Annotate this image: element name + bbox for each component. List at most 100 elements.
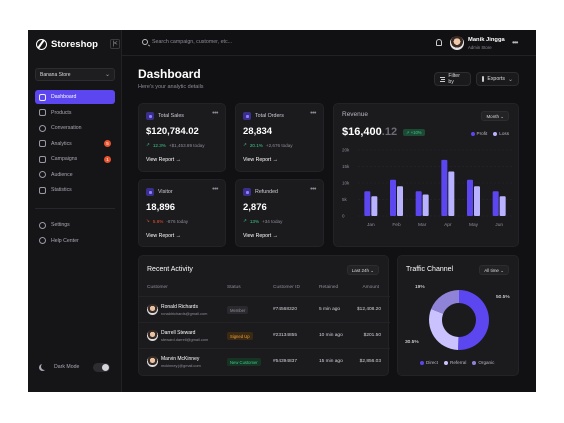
y-tick-label: 0 [342, 214, 345, 219]
revenue-change-badge: ↗ +10% [403, 129, 425, 136]
orders-icon [243, 112, 251, 120]
legend-profit: Profit [470, 131, 488, 136]
amount: $2,856.03 [359, 359, 381, 364]
sidebar-item-label: Dashboard [51, 94, 77, 100]
sidebar-item-analytics[interactable]: Analytics 5 [35, 137, 115, 151]
campaigns-badge: 1 [104, 155, 111, 163]
sidebar-item-statistics[interactable]: Statistics [35, 183, 115, 197]
bar-profit-mar[interactable] [415, 191, 422, 216]
chart-icon [39, 140, 46, 147]
column-header-status: Status [227, 285, 241, 290]
legend-dot [493, 131, 498, 136]
app-window: Storeshop |< Banana Store ⌄ Dashboard Pr… [28, 30, 536, 392]
legend-organic: Organic [472, 360, 494, 365]
view-report-link[interactable]: View Report → [146, 233, 181, 239]
sidebar-item-settings[interactable]: Settings [35, 218, 115, 232]
bar-loss-jun[interactable] [499, 196, 506, 216]
sidebar-item-label: Audience [51, 171, 73, 178]
view-report-link[interactable]: View Report → [146, 157, 181, 163]
user-info[interactable]: Manik Jingga Admin Store [468, 37, 505, 50]
arrow-right-icon: → [175, 233, 181, 239]
x-tick-label: May [469, 222, 479, 228]
bar-profit-feb[interactable] [390, 179, 396, 216]
chevron-down-icon: ⌄ [370, 268, 374, 273]
avatar[interactable] [450, 36, 464, 50]
view-report-label: View Report [243, 233, 272, 239]
store-selector-value: Banana Store [40, 72, 71, 78]
bar-loss-jan[interactable] [371, 196, 378, 216]
column-header-amount: Amount [362, 285, 379, 290]
legend-referral: Referral [444, 360, 466, 365]
stat-percent: 12.3% [152, 142, 166, 148]
table-row[interactable]: Darrell Steward steward.darrell@gmail.co… [139, 322, 390, 348]
customer-name: Ronald Richards [161, 304, 198, 310]
arrow-right-icon: → [272, 233, 278, 239]
bar-profit-apr[interactable] [441, 159, 448, 216]
sidebar-item-campaigns[interactable]: Campaigns 1 [35, 152, 115, 166]
customer-id: #23134855 [273, 333, 298, 338]
bar-loss-feb[interactable] [397, 186, 403, 216]
y-tick-label: 10k [342, 181, 350, 186]
bar-profit-jan[interactable] [364, 191, 371, 216]
more-options-icon[interactable]: ••• [512, 38, 518, 47]
moon-icon [41, 363, 48, 370]
search-input[interactable]: Search campaign, customer, etc... [142, 39, 232, 45]
x-tick-label: Mar [418, 222, 427, 228]
sidebar-item-dashboard[interactable]: Dashboard [35, 90, 115, 104]
stat-value: 2,876 [243, 202, 267, 213]
brand-name: Storeshop [51, 39, 98, 50]
recent-activity-title: Recent Activity [147, 266, 193, 273]
box-icon [39, 109, 46, 116]
bar-profit-jun[interactable] [492, 191, 499, 216]
legend-label: Profit [476, 131, 488, 136]
view-report-label: View Report [243, 157, 272, 163]
user-name: Manik Jingga [468, 37, 505, 43]
recent-activity-filter-value: Last 24h [351, 268, 369, 273]
recent-activity-filter[interactable]: Last 24h ⌄ [346, 265, 379, 275]
customer-name: Marvin McKinney [161, 356, 200, 362]
bar-loss-apr[interactable] [448, 171, 455, 216]
exports-label: Exports [487, 76, 505, 82]
view-report-link[interactable]: View Report → [243, 157, 278, 163]
traffic-donut-chart [429, 290, 489, 350]
revenue-period-select[interactable]: Month ⌄ [481, 111, 509, 121]
revenue-value-decimals: .12 [381, 126, 398, 138]
help-icon [39, 237, 46, 244]
donut-slice-direct[interactable] [458, 290, 489, 350]
collapse-sidebar-button[interactable]: |< [110, 39, 120, 49]
notification-bell-icon[interactable] [436, 39, 442, 46]
home-icon [39, 93, 46, 101]
table-row[interactable]: Marvin McKinney mckinney.j@gmail.com New… [139, 348, 390, 374]
filter-by-button[interactable]: Filter by [434, 72, 471, 86]
stat-label: Total Sales [158, 113, 184, 119]
more-options-icon[interactable]: ••• [310, 110, 316, 117]
sidebar-item-conversation[interactable]: Conversation [35, 121, 115, 135]
sidebar-item-help-center[interactable]: Help Center [35, 234, 115, 248]
sidebar-item-products[interactable]: Products [35, 106, 115, 120]
exports-button[interactable]: Exports ⌄ [476, 72, 519, 86]
more-options-icon[interactable]: ••• [212, 186, 218, 193]
bar-profit-may[interactable] [467, 179, 473, 216]
legend-direct: Direct [420, 360, 438, 365]
more-options-icon[interactable]: ••• [310, 186, 316, 193]
view-report-label: View Report [146, 157, 175, 163]
donut-slice-referral[interactable] [429, 308, 459, 350]
arrow-right-icon: → [175, 157, 181, 163]
dark-mode-toggle[interactable] [93, 363, 110, 372]
topbar: Search campaign, customer, etc... Manik … [122, 30, 536, 56]
slice-label-referral: 30.5% [405, 340, 419, 345]
sidebar-item-audience[interactable]: Audience [35, 168, 115, 182]
more-options-icon[interactable]: ••• [212, 110, 218, 117]
view-report-link[interactable]: View Report → [243, 233, 278, 239]
revenue-title: Revenue [342, 111, 369, 118]
bar-loss-may[interactable] [474, 186, 480, 216]
customer-email: steward.darrell@gmail.com [161, 336, 209, 342]
table-row[interactable]: Ronald Richards ronaldrichards@gmail.com… [139, 296, 390, 322]
user-role: Admin Store [468, 44, 492, 50]
store-selector[interactable]: Banana Store ⌄ [35, 68, 115, 81]
stat-value: 18,896 [146, 202, 176, 213]
sidebar: Storeshop |< Banana Store ⌄ Dashboard Pr… [28, 30, 122, 392]
donut-slice-organic[interactable] [431, 290, 459, 314]
brand[interactable]: Storeshop [36, 39, 98, 50]
bar-loss-mar[interactable] [422, 194, 429, 216]
